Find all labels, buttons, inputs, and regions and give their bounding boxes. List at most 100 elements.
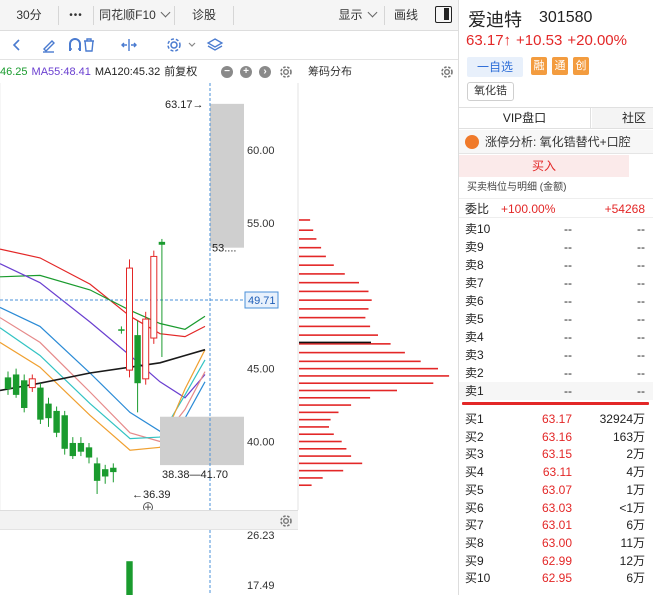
- margin-tag[interactable]: 融: [531, 57, 547, 75]
- level-label: 卖7: [465, 276, 484, 290]
- chart-tools-bar: [0, 31, 458, 60]
- bid-row[interactable]: 买8 63.00 11万: [459, 534, 653, 552]
- kline-chart[interactable]: 60.0055.0050.0045.0040.00 49.7163.17→←36…: [0, 83, 458, 510]
- ask-row[interactable]: 卖3 -- --: [459, 346, 653, 364]
- volume-panel-header: [0, 510, 298, 530]
- tab-community[interactable]: 社区: [592, 108, 653, 128]
- limit-up-analysis[interactable]: 涨停分析: 氧化锆替代+口腔: [459, 130, 653, 154]
- chip-bar: [299, 219, 311, 221]
- chevron-down-icon[interactable]: [185, 36, 203, 54]
- price-change-pct: +20.00%: [567, 32, 627, 49]
- chevron-down-icon: [160, 7, 171, 18]
- chip-bar: [299, 455, 352, 457]
- quote-line: 63.17↑ +10.53 +20.00%: [466, 32, 632, 49]
- volume-chart[interactable]: 26.23 17.49: [0, 530, 298, 595]
- ma-line: [0, 263, 206, 399]
- diagnose-button[interactable]: 诊股: [175, 0, 233, 31]
- buy-button[interactable]: 买入: [459, 155, 629, 177]
- chip-bar: [299, 229, 314, 231]
- chip-bar: [299, 477, 323, 479]
- f10-dropdown[interactable]: 同花顺F10: [94, 0, 174, 31]
- chevron-right-icon[interactable]: ›: [259, 66, 271, 78]
- chip-bar: [299, 396, 371, 399]
- adjust-mode[interactable]: 前复权: [164, 66, 197, 78]
- level-price: --: [564, 348, 572, 362]
- tab-vip[interactable]: VIP盘口: [459, 108, 591, 128]
- price-tick: 45.00: [247, 364, 275, 376]
- candle-body: [21, 380, 28, 408]
- level-price: 63.01: [541, 518, 572, 533]
- truncated-label: 53....: [212, 243, 236, 255]
- connect-tag[interactable]: 通: [552, 57, 568, 75]
- bid-row[interactable]: 买5 63.07 1万: [459, 481, 653, 499]
- bid-row[interactable]: 买4 63.11 4万: [459, 463, 653, 481]
- gear-icon[interactable]: [165, 36, 183, 54]
- level-label: 买10: [465, 571, 491, 586]
- more-label: •••: [69, 10, 83, 21]
- bid-row[interactable]: 买3 63.15 2万: [459, 445, 653, 463]
- concept-tag[interactable]: 氧化锆: [467, 82, 514, 101]
- level-price: 62.99: [541, 553, 572, 568]
- ask-row[interactable]: 卖10 -- --: [459, 220, 653, 238]
- order-book-divider: [462, 402, 649, 405]
- chip-bar: [299, 484, 312, 487]
- ma-partial-value: 46.25: [0, 66, 28, 78]
- ask-row[interactable]: 卖9 -- --: [459, 238, 653, 256]
- bid-row[interactable]: 买7 63.01 6万: [459, 516, 653, 534]
- level-price: 63.11: [542, 465, 572, 480]
- pen-icon[interactable]: [40, 36, 58, 54]
- level-price: --: [564, 294, 572, 308]
- bid-row[interactable]: 买10 62.95 6万: [459, 569, 653, 587]
- ratio-diff: +54268: [604, 202, 645, 216]
- ask-row[interactable]: 卖1 -- --: [459, 382, 653, 400]
- price-tick: 60.00: [247, 145, 275, 157]
- bid-row[interactable]: 买1 63.17 32924万: [459, 410, 653, 428]
- price-zones: [0, 83, 245, 510]
- bid-row[interactable]: 买2 63.16 163万: [459, 428, 653, 446]
- ask-row[interactable]: 卖5 -- --: [459, 310, 653, 328]
- layers-icon[interactable]: [206, 36, 224, 54]
- candle-body: [77, 442, 85, 452]
- chip-distribution-title: 筹码分布: [308, 66, 352, 78]
- chevron-down-icon: [367, 7, 377, 18]
- gear-icon[interactable]: [279, 514, 293, 528]
- ask-row[interactable]: 卖4 -- --: [459, 328, 653, 346]
- panel-toggle-icon[interactable]: [435, 6, 452, 23]
- candle-body: [61, 415, 68, 449]
- level-price: 63.17: [541, 412, 572, 426]
- level-label: 买4: [465, 465, 484, 480]
- chip-bar: [299, 382, 434, 385]
- bid-row[interactable]: 买9 62.99 12万: [459, 552, 653, 570]
- chip-bar: [299, 264, 334, 266]
- ask-row[interactable]: 卖6 -- --: [459, 292, 653, 310]
- ma-legend: 46.25 MA55:48.41 MA120:45.32 前复权: [0, 61, 298, 83]
- display-dropdown[interactable]: 显示: [330, 0, 384, 31]
- candle-body: [45, 403, 52, 419]
- ma-line: [0, 274, 206, 330]
- high-zone: [210, 103, 244, 248]
- draw-line-button[interactable]: 画线: [385, 0, 427, 31]
- chinext-tag[interactable]: 创: [573, 57, 589, 75]
- level-label: 卖9: [465, 240, 484, 254]
- level-label: 买1: [465, 412, 484, 426]
- candle-body: [150, 255, 158, 339]
- collapse-left-icon[interactable]: [8, 36, 26, 54]
- ask-row[interactable]: 卖7 -- --: [459, 274, 653, 292]
- period-selector[interactable]: 30分: [0, 0, 58, 31]
- level-price: --: [564, 222, 572, 236]
- plus-icon[interactable]: +: [240, 66, 252, 78]
- add-watchlist-button[interactable]: 一自选: [467, 57, 523, 77]
- more-button[interactable]: •••: [59, 0, 93, 31]
- bid-row[interactable]: 买6 63.03 <1万: [459, 499, 653, 517]
- minus-icon[interactable]: −: [221, 66, 233, 78]
- level-label: 买6: [465, 500, 484, 515]
- gear-icon[interactable]: [440, 65, 454, 79]
- level-volume: --: [637, 222, 645, 236]
- chip-distribution: [299, 219, 450, 487]
- trash-icon[interactable]: [80, 36, 98, 54]
- split-arrows-icon[interactable]: [120, 36, 138, 54]
- ask-row[interactable]: 卖8 -- --: [459, 256, 653, 274]
- level-volume: --: [637, 366, 645, 380]
- ask-row[interactable]: 卖2 -- --: [459, 364, 653, 382]
- gear-icon[interactable]: [279, 65, 293, 79]
